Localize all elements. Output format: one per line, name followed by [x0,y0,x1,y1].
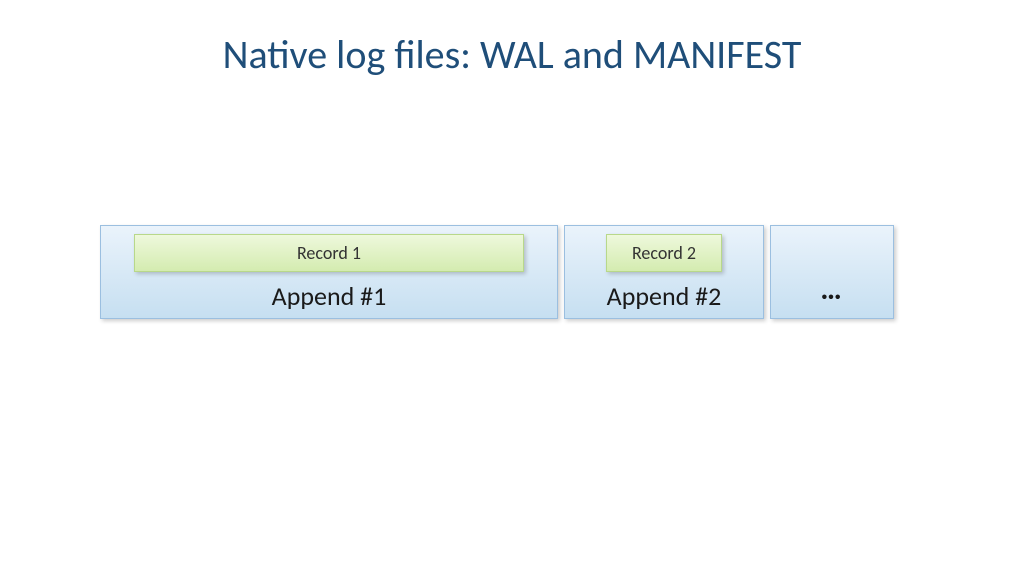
append-block-2: Record 2 Append #2 [564,225,764,319]
append-label-2: Append #2 [607,280,722,312]
append-block-1: Record 1 Append #1 [100,225,558,319]
append-label-1: Append #1 [272,280,387,312]
log-diagram: Record 1 Append #1 Record 2 Append #2 … [100,225,894,319]
record-box-2: Record 2 [606,234,722,272]
slide-title: Native log files: WAL and MANIFEST [0,0,1024,79]
append-block-ellipsis: … [770,225,894,319]
ellipsis-label: … [820,271,843,308]
record-box-1: Record 1 [134,234,524,272]
